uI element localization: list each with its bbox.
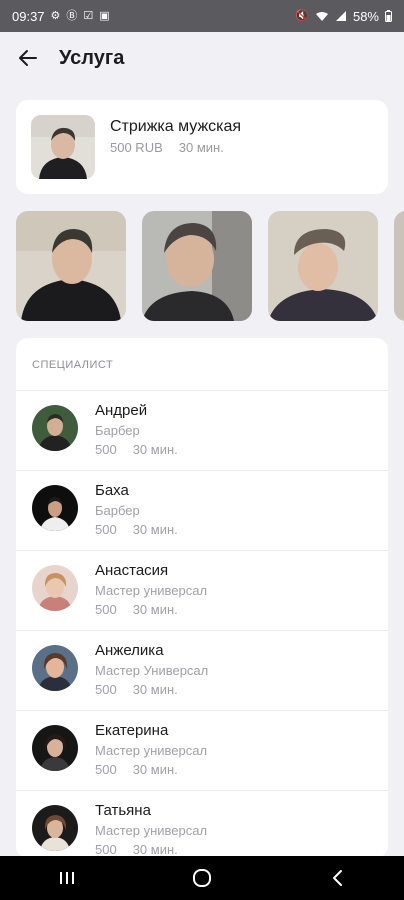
specialist-name: Баха bbox=[95, 482, 129, 499]
specialist-name: Татьяна bbox=[95, 802, 151, 819]
specialist-meta: 500 30 мин. bbox=[95, 602, 178, 617]
service-thumbnail bbox=[31, 115, 95, 179]
check-icon: ☑ bbox=[83, 9, 94, 22]
home-icon bbox=[192, 869, 211, 887]
specialist-price: 500 bbox=[95, 842, 117, 857]
specialist-meta: 500 30 мин. bbox=[95, 682, 178, 697]
specialist-name: Анжелика bbox=[95, 642, 164, 659]
service-meta: 500 RUB 30 мин. bbox=[110, 140, 224, 155]
specialist-item[interactable]: Анастасия Мастер универсал 500 30 мин. bbox=[16, 550, 388, 630]
specialist-list: Андрей Барбер 500 30 мин. Баха Барбер 50… bbox=[16, 390, 388, 858]
specialist-duration: 30 мин. bbox=[132, 762, 178, 777]
avatar bbox=[32, 725, 78, 771]
photo-gallery[interactable] bbox=[16, 211, 404, 321]
haircut-photo-2[interactable] bbox=[142, 211, 252, 321]
status-time: 09:37 bbox=[12, 8, 45, 24]
specialist-meta: 500 30 мин. bbox=[95, 762, 178, 777]
specialist-duration: 30 мин. bbox=[132, 602, 178, 617]
specialist-price: 500 bbox=[95, 522, 117, 537]
system-nav-bar bbox=[0, 856, 404, 900]
service-name: Стрижка мужская bbox=[110, 118, 242, 135]
specialist-role: Мастер Универсал bbox=[95, 663, 209, 678]
specialist-item[interactable]: Екатерина Мастер универсал 500 30 мин. bbox=[16, 710, 388, 790]
specialist-role: Барбер bbox=[95, 423, 140, 438]
specialist-duration: 30 мин. bbox=[132, 842, 178, 857]
section-title: СПЕЦИАЛИСТ bbox=[32, 359, 114, 371]
haircut-photo-3[interactable] bbox=[268, 211, 378, 321]
specialist-meta: 500 30 мин. bbox=[95, 442, 178, 457]
status-bar: 09:37 ⚙ Ⓑ ☑ ▣ 🔇 58% bbox=[0, 0, 404, 32]
specialist-price: 500 bbox=[95, 442, 117, 457]
app-bar: Услуга bbox=[0, 32, 404, 84]
specialist-item[interactable]: Татьяна Мастер универсал 500 30 мин. bbox=[16, 790, 388, 858]
wifi-icon bbox=[315, 11, 329, 22]
specialist-price: 500 bbox=[95, 602, 117, 617]
specialists-card: СПЕЦИАЛИСТ Андрей Барбер 500 30 мин. Бах… bbox=[16, 338, 388, 858]
specialist-name: Анастасия bbox=[95, 562, 169, 579]
specialist-meta: 500 30 мин. bbox=[95, 522, 178, 537]
specialist-role: Мастер универсал bbox=[95, 583, 208, 598]
home-button[interactable] bbox=[182, 858, 222, 898]
specialist-role: Барбер bbox=[95, 503, 140, 518]
back-button[interactable] bbox=[14, 44, 42, 72]
battery-text: 58% bbox=[352, 8, 379, 24]
avatar bbox=[32, 485, 78, 531]
mute-icon: 🔇 bbox=[295, 9, 309, 22]
specialist-role: Мастер универсал bbox=[95, 743, 208, 758]
signal-icon bbox=[335, 10, 347, 22]
avatar bbox=[32, 405, 78, 451]
service-card[interactable]: Стрижка мужская 500 RUB 30 мин. bbox=[16, 100, 388, 194]
battery-icon bbox=[385, 10, 392, 22]
specialist-price: 500 bbox=[95, 762, 117, 777]
recent-apps-icon bbox=[60, 872, 75, 884]
recent-apps-button[interactable] bbox=[47, 858, 87, 898]
specialist-duration: 30 мин. bbox=[132, 522, 178, 537]
specialist-item[interactable]: Анжелика Мастер Универсал 500 30 мин. bbox=[16, 630, 388, 710]
specialist-role: Мастер универсал bbox=[95, 823, 208, 838]
specialist-item[interactable]: Андрей Барбер 500 30 мин. bbox=[16, 390, 388, 470]
specialist-name: Екатерина bbox=[95, 722, 169, 739]
specialist-item[interactable]: Баха Барбер 500 30 мин. bbox=[16, 470, 388, 550]
b-icon: Ⓑ bbox=[66, 9, 78, 22]
system-back-button[interactable] bbox=[317, 858, 357, 898]
back-icon bbox=[332, 870, 342, 886]
avatar bbox=[32, 645, 78, 691]
status-bar-left: 09:37 ⚙ Ⓑ ☑ ▣ bbox=[12, 9, 110, 24]
status-bar-right: 🔇 58% bbox=[295, 9, 392, 24]
service-duration: 30 мин. bbox=[178, 140, 224, 155]
haircut-photo-1[interactable] bbox=[16, 211, 126, 321]
specialist-duration: 30 мин. bbox=[132, 442, 178, 457]
specialist-name: Андрей bbox=[95, 402, 148, 419]
service-price: 500 RUB bbox=[110, 140, 163, 155]
specialist-meta: 500 30 мин. bbox=[95, 842, 178, 857]
haircut-photo-4[interactable] bbox=[394, 211, 404, 321]
arrow-left-icon bbox=[19, 50, 37, 66]
page-title: Услуга bbox=[59, 46, 125, 69]
gear-icon: ⚙ bbox=[50, 9, 61, 22]
image-icon: ▣ bbox=[99, 9, 110, 22]
specialist-price: 500 bbox=[95, 682, 117, 697]
avatar bbox=[32, 565, 78, 611]
avatar bbox=[32, 805, 78, 851]
specialist-duration: 30 мин. bbox=[132, 682, 178, 697]
